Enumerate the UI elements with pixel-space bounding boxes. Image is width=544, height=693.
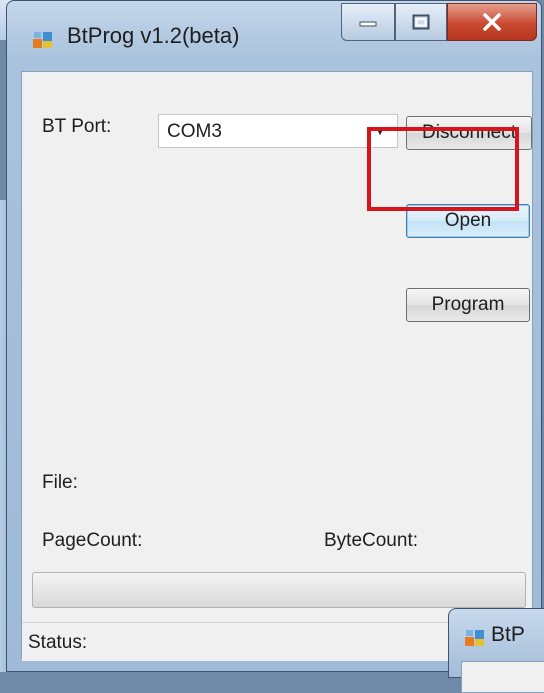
maximize-button[interactable] (395, 3, 447, 41)
maximize-icon (412, 14, 430, 30)
program-button[interactable]: Program (406, 288, 530, 322)
app-window-icon (33, 32, 52, 48)
overlapping-window[interactable]: BtP (448, 608, 544, 693)
file-label: File: (42, 472, 78, 493)
bt-port-select[interactable]: COM3 ▼ (158, 114, 398, 148)
main-window: BtProg v1.2(beta) BT Port: COM3 ▼ Discon… (6, 0, 542, 672)
caption-buttons (341, 3, 537, 43)
minimize-icon (359, 21, 377, 27)
progress-bar (32, 572, 526, 608)
title-bar[interactable]: BtProg v1.2(beta) (7, 1, 541, 71)
window-title: BtProg v1.2(beta) (67, 23, 240, 48)
highlight-annotation (367, 127, 519, 211)
pagecount-label: PageCount: (42, 530, 143, 551)
bt-port-label: BT Port: (42, 116, 112, 137)
status-label: Status: (28, 632, 88, 653)
bt-port-selected-value: COM3 (167, 121, 222, 142)
app-window-icon (465, 630, 484, 646)
overlapping-window-client (461, 661, 544, 693)
overlapping-window-title: BtP (491, 623, 525, 646)
minimize-button[interactable] (341, 3, 395, 41)
close-icon (483, 13, 501, 31)
close-button[interactable] (447, 3, 537, 41)
bytecount-label: ByteCount: (324, 530, 418, 551)
